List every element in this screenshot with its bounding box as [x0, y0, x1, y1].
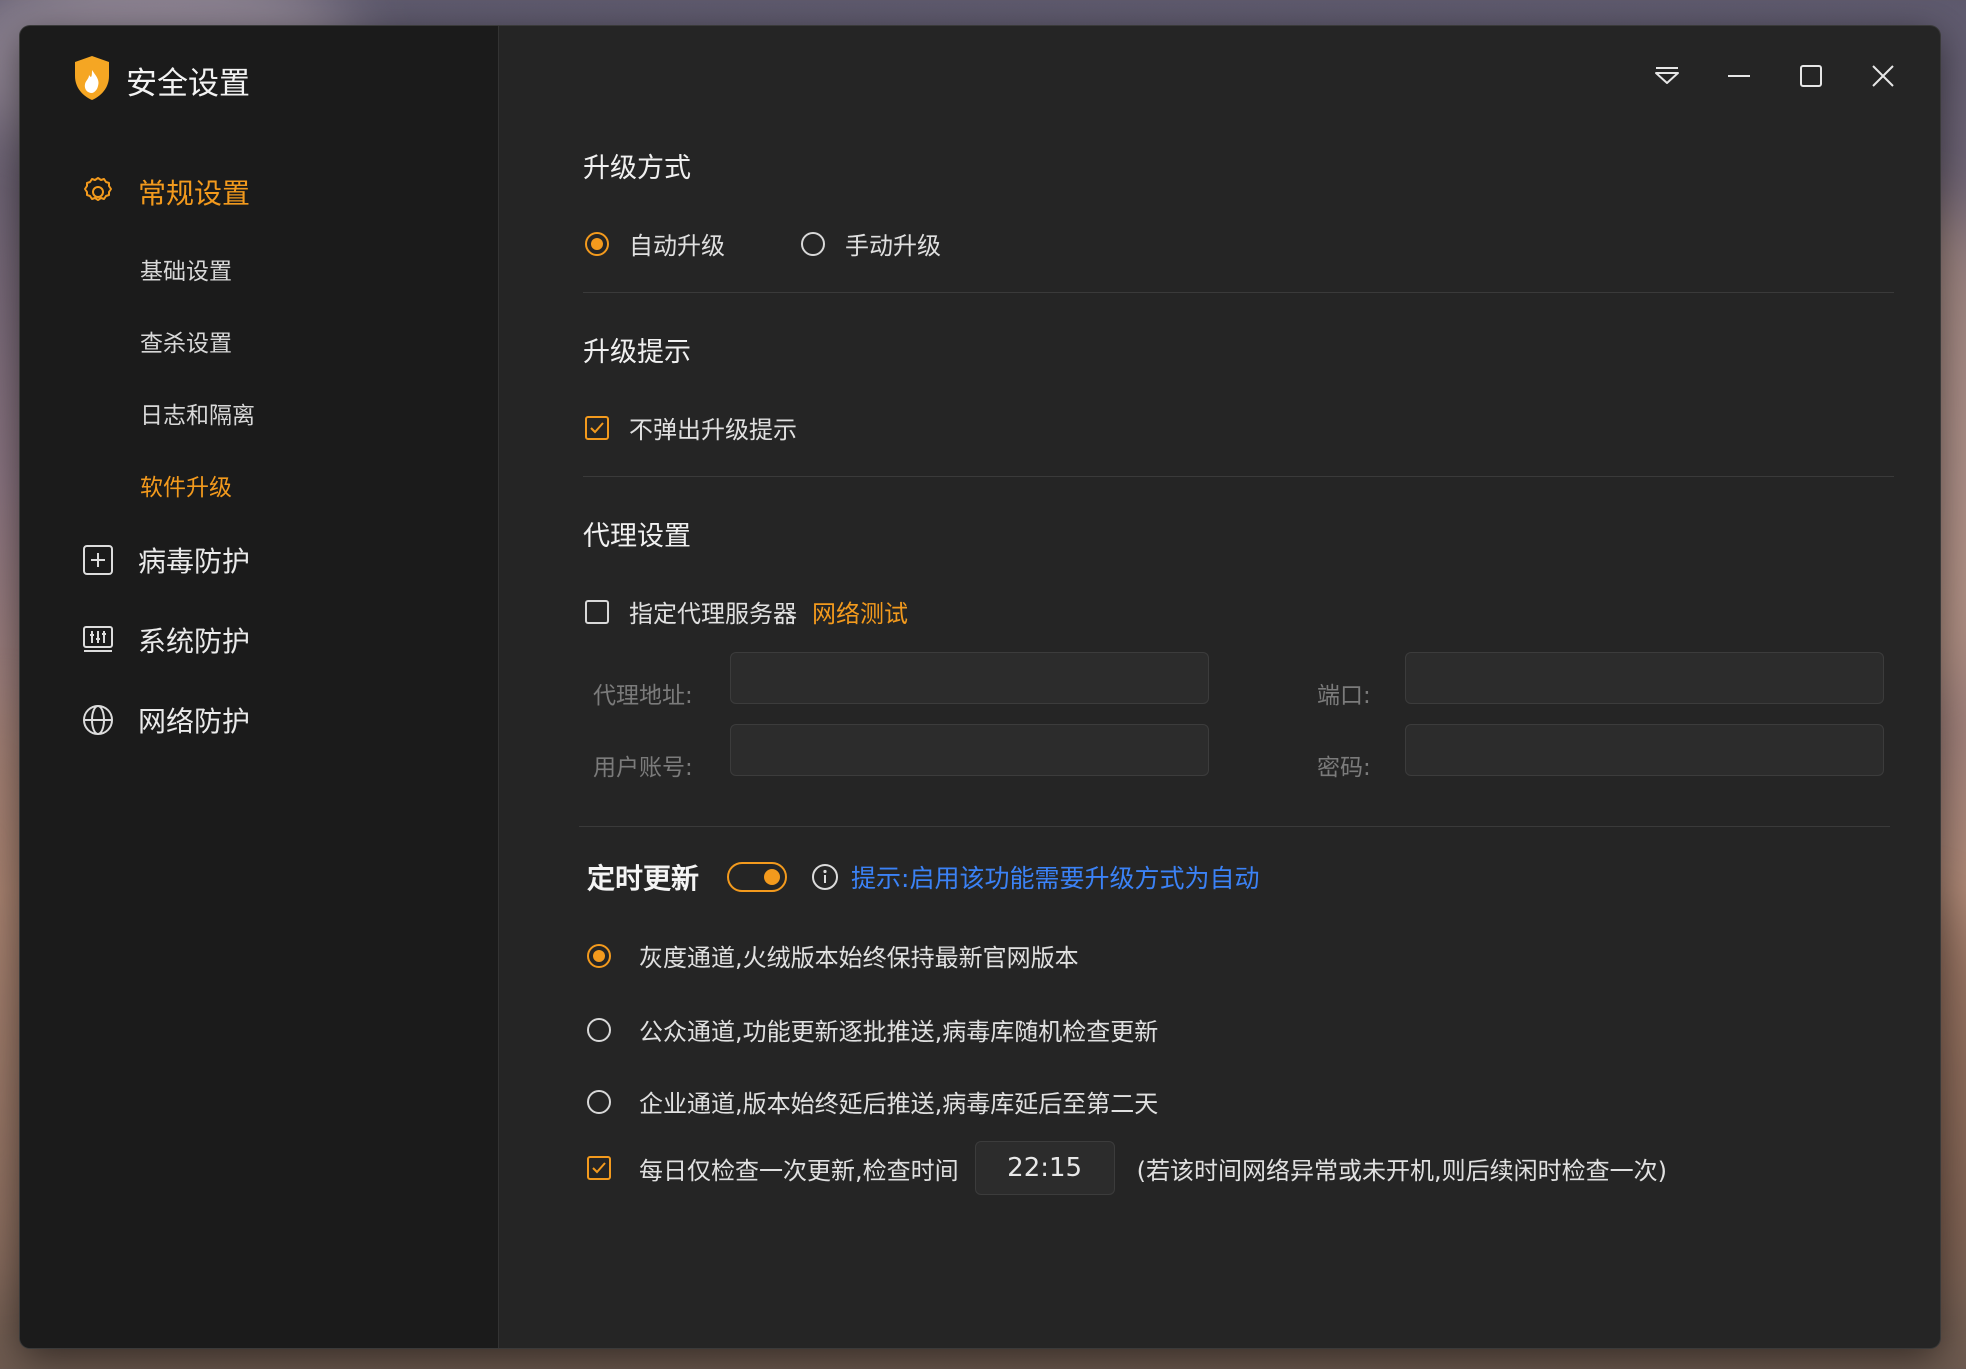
app-title: 安全设置 — [72, 54, 250, 106]
proxy-address-input[interactable] — [730, 652, 1209, 704]
daily-check-checkbox[interactable] — [587, 1156, 611, 1180]
radio-button[interactable] — [801, 231, 825, 256]
sidebar-item-label: 系统防护 — [138, 625, 251, 658]
daily-check-row: 每日仅检查一次更新,检查时间 22:15 (若该时间网络异常或未开机,则后续闲时… — [587, 1140, 1667, 1196]
main-panel: 升级方式 自动升级 手动升级 升级提示 不弹出升级提示 代理设置 指定代理服务器… — [499, 26, 1940, 1348]
radio-public-channel[interactable]: 公众通道,功能更新逐批推送,病毒库随机检查更新 — [587, 1012, 1158, 1047]
sidebar-subitem-label: 日志和隔离 — [140, 403, 255, 429]
checkbox[interactable] — [585, 415, 609, 440]
proxy-settings-title: 代理设置 — [583, 521, 691, 552]
radio-button[interactable] — [587, 1089, 611, 1114]
sidebar-subitem-log-quarantine[interactable]: 日志和隔离 — [140, 393, 255, 433]
minimize-icon[interactable] — [1717, 54, 1761, 98]
sidebar-subitem-scan[interactable]: 查杀设置 — [140, 321, 232, 361]
radio-enterprise-channel[interactable]: 企业通道,版本始终延后推送,病毒库延后至第二天 — [587, 1084, 1158, 1119]
upgrade-method-title: 升级方式 — [583, 153, 691, 184]
system-monitor-icon — [80, 622, 116, 658]
port-label: 端口: — [1317, 683, 1371, 709]
app-logo-shield-icon — [72, 54, 112, 106]
sidebar-item-general[interactable]: 常规设置 — [80, 168, 250, 216]
sidebar-subitem-label: 查杀设置 — [140, 331, 232, 357]
scheduled-update-header: 定时更新 提示:启用该功能需要升级方式为自动 — [587, 852, 1259, 902]
network-test-link[interactable]: 网络测试 — [812, 594, 908, 629]
sidebar-subitem-basic[interactable]: 基础设置 — [140, 249, 232, 289]
globe-icon — [80, 702, 116, 738]
scheduled-update-toggle[interactable] — [727, 862, 788, 892]
daily-check-label: 每日仅检查一次更新,检查时间 — [639, 1156, 959, 1185]
checkbox-specify-proxy[interactable]: 指定代理服务器 — [585, 594, 797, 629]
radio-button[interactable] — [587, 943, 611, 968]
sidebar-subitem-software-upgrade[interactable]: 软件升级 — [140, 465, 232, 505]
scheduled-update-title: 定时更新 — [587, 862, 700, 895]
radio-button[interactable] — [587, 1017, 611, 1042]
sidebar-item-network-protection[interactable]: 网络防护 — [80, 696, 250, 744]
gear-icon — [80, 174, 116, 210]
app-title-label: 安全设置 — [126, 65, 250, 102]
checkbox-label: 不弹出升级提示 — [629, 416, 797, 444]
port-input[interactable] — [1405, 652, 1884, 704]
upgrade-prompt-title: 升级提示 — [583, 337, 691, 368]
sidebar-item-label: 常规设置 — [138, 177, 251, 210]
sidebar-subitem-label: 基础设置 — [140, 259, 232, 285]
radio-manual-upgrade[interactable]: 手动升级 — [801, 226, 941, 261]
user-account-label: 用户账号: — [593, 755, 693, 781]
checkmark-icon — [592, 1162, 606, 1174]
sidebar-item-label: 网络防护 — [138, 705, 251, 738]
hint-text: 提示:启用该功能需要升级方式为自动 — [851, 864, 1260, 893]
radio-gray-channel[interactable]: 灰度通道,火绒版本始终保持最新官网版本 — [587, 938, 1079, 973]
settings-window: 安全设置 常规设置 基础设置 查杀设置 日志和隔离 软件升级 病毒防护 系统防护… — [20, 26, 1940, 1348]
radio-label: 自动升级 — [629, 232, 725, 260]
radio-label: 手动升级 — [845, 232, 941, 260]
plus-square-icon — [80, 542, 116, 578]
divider — [583, 476, 1894, 477]
checkbox[interactable] — [585, 599, 609, 624]
sidebar: 安全设置 常规设置 基础设置 查杀设置 日志和隔离 软件升级 病毒防护 系统防护… — [20, 26, 499, 1348]
scheduled-update-hint: 提示:启用该功能需要升级方式为自动 — [811, 859, 1259, 895]
daily-check-note: (若该时间网络异常或未开机,则后续闲时检查一次) — [1136, 1156, 1667, 1185]
proxy-address-label: 代理地址: — [593, 683, 693, 709]
info-icon — [811, 863, 839, 891]
checkmark-icon — [590, 421, 604, 433]
sidebar-item-system-protection[interactable]: 系统防护 — [80, 616, 250, 664]
radio-label: 公众通道,功能更新逐批推送,病毒库随机检查更新 — [639, 1018, 1159, 1046]
check-time-input[interactable]: 22:15 — [974, 1141, 1115, 1195]
divider — [579, 826, 1890, 827]
user-account-input[interactable] — [730, 724, 1209, 776]
checkbox-label: 指定代理服务器 — [629, 600, 797, 628]
password-label: 密码: — [1317, 755, 1371, 781]
maximize-icon[interactable] — [1789, 54, 1833, 98]
radio-label: 企业通道,版本始终延后推送,病毒库延后至第二天 — [639, 1090, 1159, 1118]
sidebar-item-virus-protection[interactable]: 病毒防护 — [80, 536, 250, 584]
close-icon[interactable] — [1861, 54, 1905, 98]
sidebar-subitem-label: 软件升级 — [140, 475, 232, 501]
menu-icon[interactable] — [1645, 54, 1689, 98]
password-input[interactable] — [1405, 724, 1884, 776]
divider — [583, 292, 1894, 293]
checkbox-no-popup[interactable]: 不弹出升级提示 — [585, 410, 797, 445]
radio-auto-upgrade[interactable]: 自动升级 — [585, 226, 725, 261]
sidebar-item-label: 病毒防护 — [138, 545, 251, 578]
radio-label: 灰度通道,火绒版本始终保持最新官网版本 — [639, 944, 1079, 972]
radio-button[interactable] — [585, 231, 609, 256]
